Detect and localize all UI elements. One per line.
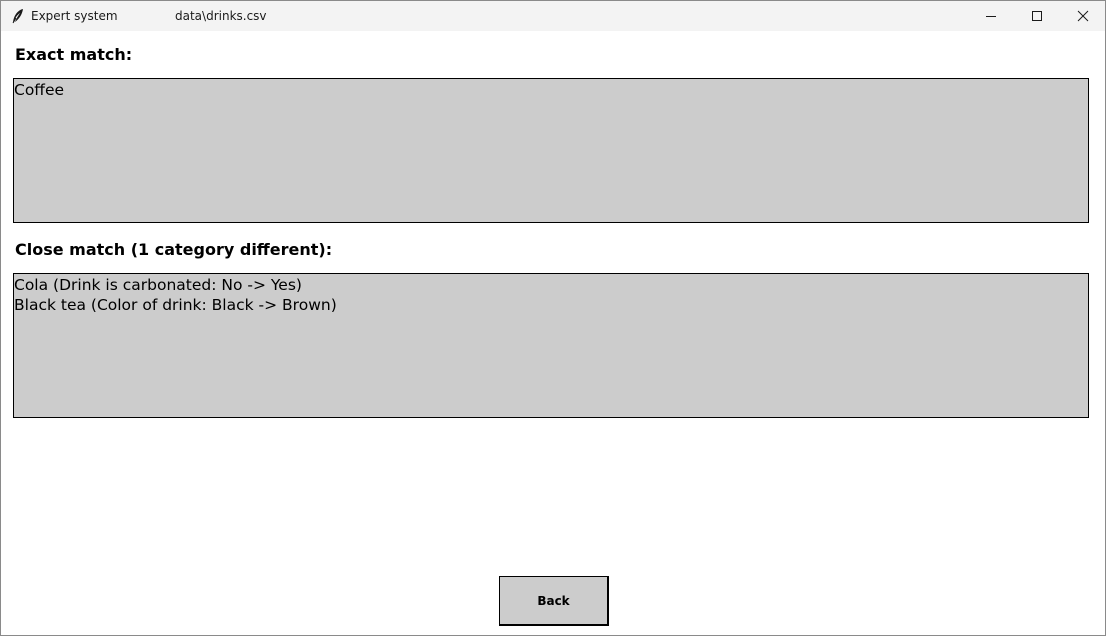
close-match-line: Cola (Drink is carbonated: No -> Yes) [14,276,302,294]
maximize-button[interactable] [1014,1,1060,31]
close-button[interactable] [1060,1,1105,31]
close-icon [1077,10,1089,22]
back-button[interactable]: Back [499,576,609,626]
exact-match-line: Coffee [14,81,65,99]
file-path-title: data\drinks.csv [175,9,267,23]
minimize-icon [986,16,996,17]
window-title: Expert system [31,9,118,23]
exact-match-label: Exact match: [15,45,133,64]
app-window: Expert system data\drinks.csv Exact matc… [0,0,1106,636]
minimize-button[interactable] [968,1,1014,31]
close-match-label: Close match (1 category different): [15,240,333,259]
maximize-icon [1032,11,1042,21]
close-match-textbox[interactable]: Cola (Drink is carbonated: No -> Yes) Bl… [13,273,1089,418]
feather-icon [11,8,25,24]
close-match-line: Black tea (Color of drink: Black -> Brow… [14,296,337,314]
title-bar[interactable]: Expert system data\drinks.csv [1,1,1105,31]
exact-match-textbox[interactable]: Coffee [13,78,1089,223]
